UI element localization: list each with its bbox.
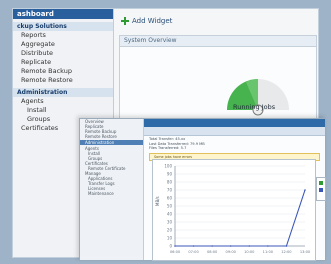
- data-point: [192, 245, 195, 247]
- dashboard-header[interactable]: ashboard: [13, 9, 113, 19]
- y-tick-label: 30: [167, 220, 173, 225]
- add-icon: [121, 17, 129, 25]
- nav-reports[interactable]: Reports: [13, 31, 113, 40]
- x-tick-label: 11:00: [263, 250, 274, 254]
- nav-install[interactable]: Install: [13, 106, 113, 115]
- y-axis-label: MB/s: [155, 196, 160, 206]
- x-tick-label: 07:00: [188, 250, 199, 254]
- data-point: [229, 245, 232, 247]
- y-tick-label: 70: [167, 188, 173, 193]
- administration-section: Administration: [13, 88, 113, 97]
- x-tick-label: 10:00: [244, 250, 255, 254]
- front-nav-maintenance[interactable]: Maintenance: [80, 191, 143, 196]
- data-point: [304, 189, 306, 191]
- front-topbar: [144, 119, 325, 127]
- x-tick-label: 09:00: [226, 250, 237, 254]
- y-tick-label: 20: [167, 228, 173, 233]
- y-tick-label: 90: [167, 172, 173, 177]
- nav-aggregate[interactable]: Aggregate: [13, 40, 113, 49]
- data-point: [211, 245, 213, 247]
- data-point: [248, 245, 251, 247]
- front-admin-section: Administration: [80, 140, 143, 145]
- y-tick-label: 10: [167, 236, 173, 241]
- y-tick-label: 80: [167, 180, 173, 185]
- y-tick-label: 60: [167, 196, 173, 201]
- y-tick-label: 40: [167, 212, 173, 217]
- y-tick-label: 50: [167, 204, 173, 209]
- nav-remote-backup[interactable]: Remote Backup: [13, 67, 113, 76]
- front-nav-remote-restore[interactable]: Remote Restore: [80, 134, 143, 139]
- x-tick-label: 08:00: [207, 250, 218, 254]
- y-tick-label: 100: [164, 164, 172, 169]
- front-window: Overview Replicate Remote Backup Remote …: [79, 118, 326, 261]
- nav-distribute[interactable]: Distribute: [13, 49, 113, 58]
- transfer-chart: MB/s 100 90 80 70 60 50 40 30 20 10 0 06:00 07:00 08:0…: [152, 159, 316, 261]
- chart-legend: [316, 177, 326, 201]
- series-line: [175, 189, 306, 247]
- y-tick-label: 0: [169, 244, 172, 249]
- x-tick-label: 12:00: [281, 250, 292, 254]
- front-info: Total Transfer: 45.xx Last Data Transfer…: [144, 136, 325, 152]
- front-main: Total Transfer: 45.xx Last Data Transfer…: [144, 119, 326, 261]
- x-tick-label: 13:00: [300, 250, 311, 254]
- data-point: [285, 245, 288, 247]
- front-tabbar: [144, 127, 325, 136]
- add-widget-button[interactable]: Add Widget: [121, 17, 172, 25]
- nav-agents[interactable]: Agents: [13, 97, 113, 106]
- data-point: [267, 245, 269, 247]
- backup-solutions-section: ckup Solutions: [13, 22, 113, 31]
- gauge-label: Running Jobs: [233, 103, 276, 111]
- nav-replicate[interactable]: Replicate: [13, 58, 113, 67]
- legend-marker-1: [319, 181, 323, 185]
- info-line-3: Files Transferred: 5.7: [149, 146, 187, 150]
- chart-svg: MB/s100908070605040302010006:00 07:00 08:0…: [155, 164, 311, 255]
- x-tick-label: 06:00: [170, 250, 181, 254]
- add-widget-label: Add Widget: [132, 17, 173, 25]
- front-sidebar: Overview Replicate Remote Backup Remote …: [80, 119, 144, 260]
- data-point: [174, 245, 176, 247]
- nav-remote-restore[interactable]: Remote Restore: [13, 76, 113, 85]
- legend-marker-2: [319, 188, 323, 192]
